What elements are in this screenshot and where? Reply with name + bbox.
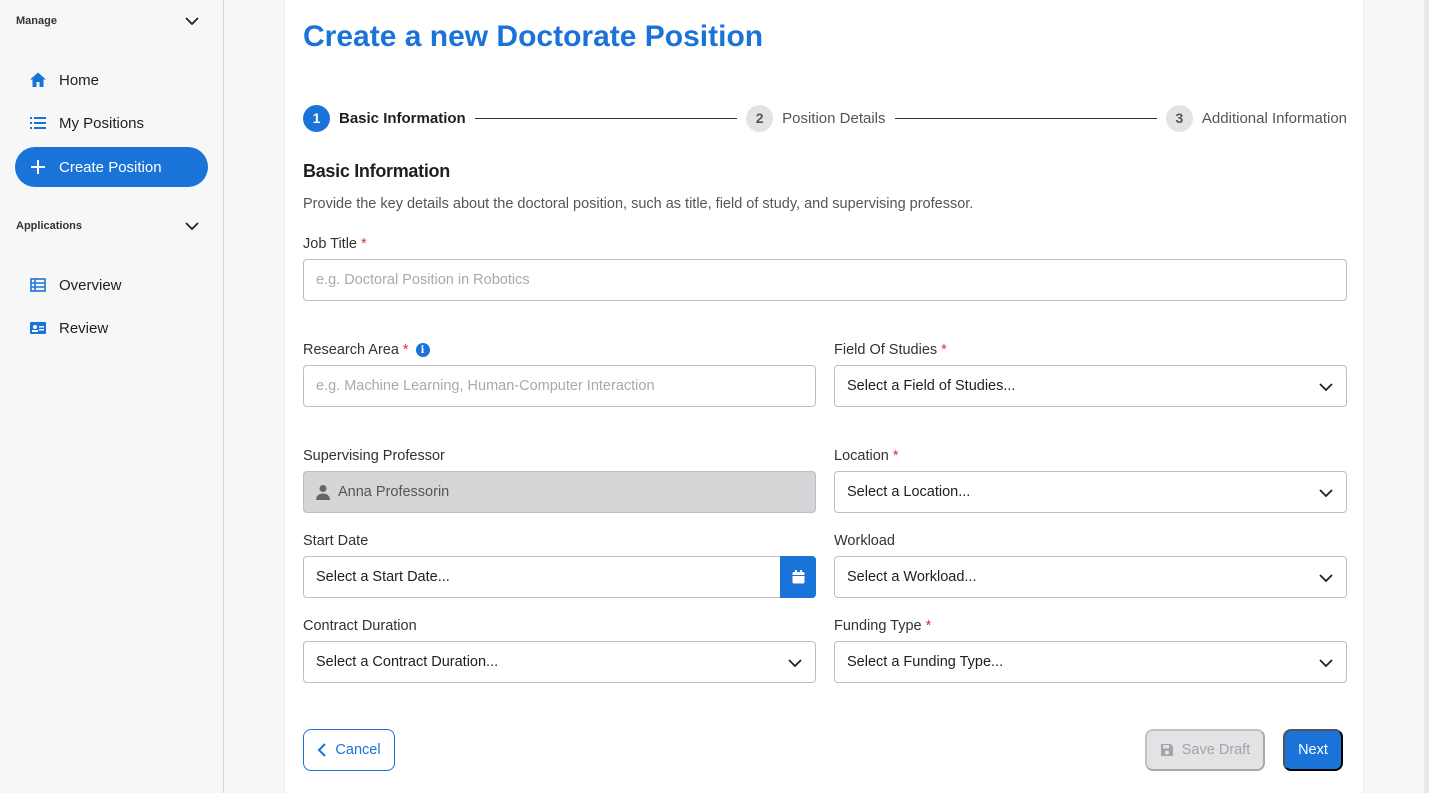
sidebar: Manage Home My Positions Create Position…: [0, 0, 224, 793]
info-icon[interactable]: i: [415, 343, 430, 357]
chevron-down-icon: [185, 222, 199, 231]
save-draft-label: Save Draft: [1181, 742, 1251, 758]
job-title-label-text: Job Title: [303, 236, 357, 252]
section-title: Basic Information: [303, 161, 450, 181]
stepper: 1 Basic Information 2 Position Details 3…: [303, 104, 1347, 132]
calendar-icon: [792, 570, 804, 584]
field-of-studies-label: Field Of Studies *: [834, 342, 947, 358]
page-title: Create a new Doctorate Position: [303, 20, 764, 53]
step-additional-information[interactable]: 3 Additional Information: [1165, 104, 1348, 132]
step-connector: [474, 117, 738, 119]
funding-type-label-text: Funding Type: [834, 618, 922, 634]
chevron-down-icon: [1319, 383, 1333, 392]
step-number: 3: [1165, 104, 1193, 132]
plus-icon: [29, 158, 47, 176]
supervising-professor-value: Anna Professorin: [338, 484, 450, 500]
save-draft-button[interactable]: Save Draft: [1145, 729, 1265, 771]
chevron-down-icon: [788, 659, 802, 668]
table-icon: [29, 276, 47, 294]
start-date-label: Start Date: [303, 533, 368, 549]
sidebar-item-overview[interactable]: Overview: [15, 265, 208, 305]
research-area-label-text: Research Area: [303, 342, 399, 358]
required-marker: *: [892, 448, 899, 464]
start-date-value: Select a Start Date...: [316, 569, 450, 585]
id-card-icon: [29, 319, 47, 337]
select-value: Select a Workload...: [847, 569, 977, 585]
contract-duration-label: Contract Duration: [303, 618, 417, 634]
research-area-label: Research Area * i: [303, 342, 430, 358]
chevron-down-icon: [1319, 489, 1333, 498]
job-title-input[interactable]: e.g. Doctoral Position in Robotics: [303, 259, 1347, 301]
workload-select[interactable]: Select a Workload...: [834, 556, 1347, 598]
step-connector: [894, 117, 1157, 119]
location-label-text: Location: [834, 448, 889, 464]
cancel-label: Cancel: [335, 742, 381, 758]
start-date-input[interactable]: Select a Start Date...: [303, 556, 816, 598]
workload-label: Workload: [834, 533, 895, 549]
step-label: Additional Information: [1201, 109, 1348, 127]
select-value: Select a Funding Type...: [847, 654, 1004, 670]
contract-duration-label-text: Contract Duration: [303, 618, 417, 634]
required-marker: *: [925, 618, 932, 634]
calendar-button[interactable]: [780, 556, 816, 598]
job-title-label: Job Title *: [303, 236, 367, 252]
main-content: Create a new Doctorate Position 1 Basic …: [284, 0, 1364, 793]
sidebar-item-my-positions[interactable]: My Positions: [15, 103, 208, 143]
manage-section-toggle[interactable]: Manage: [16, 11, 200, 31]
scrollbar-track[interactable]: [1424, 0, 1429, 793]
sidebar-item-home[interactable]: Home: [15, 60, 208, 100]
step-number: 2: [746, 104, 774, 132]
start-date-label-text: Start Date: [303, 533, 369, 549]
sidebar-item-label: Overview: [59, 276, 122, 294]
sidebar-item-label: My Positions: [59, 114, 145, 132]
select-value: Select a Location...: [847, 484, 971, 500]
sidebar-item-label: Home: [59, 71, 100, 89]
chevron-left-icon: [318, 743, 327, 757]
required-marker: *: [402, 342, 409, 358]
required-marker: *: [941, 342, 947, 358]
step-position-details[interactable]: 2 Position Details: [746, 104, 886, 132]
sidebar-item-create-position[interactable]: Create Position: [15, 147, 208, 187]
required-marker: *: [361, 236, 367, 252]
location-label: Location *: [834, 448, 898, 464]
select-value: Select a Field of Studies...: [847, 378, 1016, 394]
field-of-studies-label-text: Field Of Studies: [834, 342, 938, 358]
supervising-professor-label-text: Supervising Professor: [303, 448, 445, 464]
cancel-button[interactable]: Cancel: [303, 729, 395, 771]
workload-label-text: Workload: [834, 533, 895, 549]
supervising-professor-field: Anna Professorin: [303, 471, 816, 513]
funding-type-select[interactable]: Select a Funding Type...: [834, 641, 1347, 683]
location-select[interactable]: Select a Location...: [834, 471, 1347, 513]
chevron-down-icon: [1319, 659, 1333, 668]
research-area-input[interactable]: e.g. Machine Learning, Human-Computer In…: [303, 365, 816, 407]
list-icon: [29, 114, 47, 132]
funding-type-label: Funding Type *: [834, 618, 931, 634]
supervising-professor-label: Supervising Professor: [303, 448, 445, 464]
field-of-studies-select[interactable]: Select a Field of Studies...: [834, 365, 1347, 407]
step-label: Position Details: [782, 109, 886, 127]
sidebar-item-label: Create Position: [59, 158, 162, 176]
step-label: Basic Information: [339, 109, 466, 127]
next-button[interactable]: Next: [1283, 729, 1343, 771]
chevron-down-icon: [1319, 574, 1333, 583]
contract-duration-select[interactable]: Select a Contract Duration...: [303, 641, 816, 683]
applications-section-toggle[interactable]: Applications: [16, 216, 200, 236]
applications-section-label: Applications: [16, 220, 83, 232]
step-number: 1: [303, 104, 330, 132]
sidebar-item-label: Review: [59, 319, 109, 337]
user-icon: [316, 485, 330, 500]
chevron-down-icon: [185, 17, 199, 26]
manage-section-label: Manage: [16, 15, 57, 27]
home-icon: [29, 71, 47, 89]
select-value: Select a Contract Duration...: [316, 654, 499, 670]
next-label: Next: [1298, 742, 1328, 758]
save-icon: [1160, 744, 1173, 756]
step-basic-information[interactable]: 1 Basic Information: [303, 104, 466, 132]
section-description: Provide the key details about the doctor…: [303, 196, 974, 212]
sidebar-item-review[interactable]: Review: [15, 308, 208, 348]
